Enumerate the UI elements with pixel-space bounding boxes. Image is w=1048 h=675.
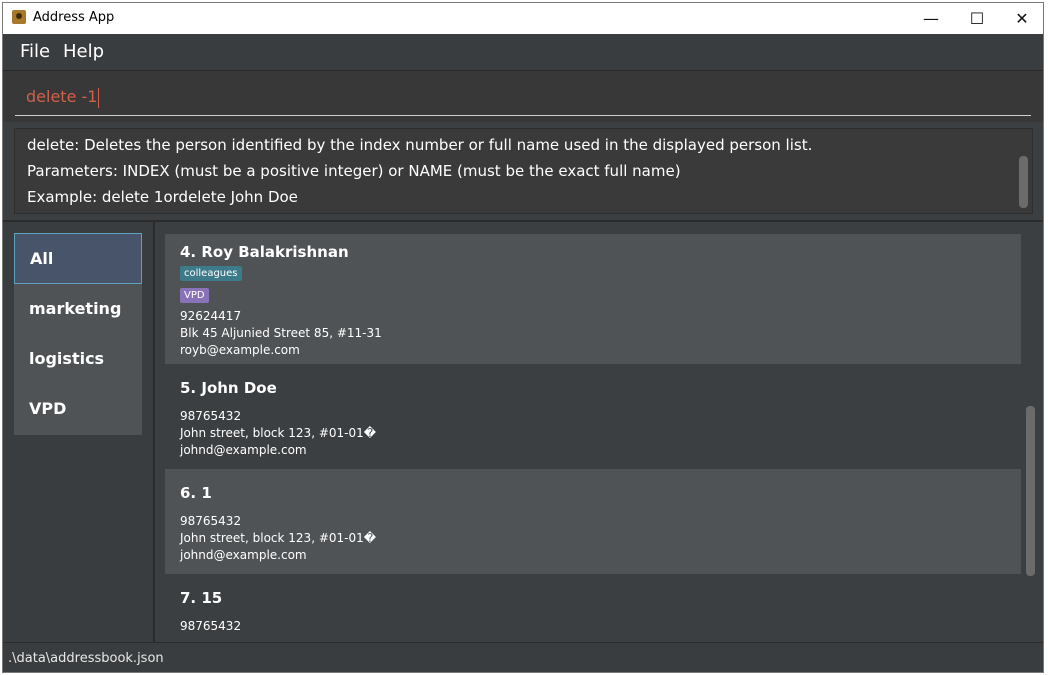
app-window: Address App — ☐ ✕ File Help delete -1 de… [2,2,1044,673]
maximize-button[interactable]: ☐ [954,3,1000,34]
close-button[interactable]: ✕ [999,3,1043,34]
command-underline [15,115,1031,116]
title-bar: Address App — ☐ ✕ [3,3,1043,34]
person-address: Blk 45 Aljunied Street 85, #11-31 [180,326,382,340]
command-text: delete -1 [26,87,98,106]
person-address: John street, block 123, #01-01� [180,531,377,545]
person-tag: VPD [180,288,209,303]
tag-filter-marketing[interactable]: marketing [14,284,142,335]
person-tag: colleagues [180,266,242,281]
person-email: royb@example.com [180,343,300,357]
save-location: .\data\addressbook.json [8,651,164,666]
tag-filter-label: logistics [29,349,105,368]
tag-filter-vpd[interactable]: VPD [14,384,142,435]
menu-bar: File Help [3,34,1043,70]
result-line: Example: delete 1ordelete John Doe [27,188,298,206]
tag-sidebar: All marketing logistics VPD [3,222,155,642]
person-header: 6. 1 [180,484,212,502]
person-phone: 98765432 [180,619,242,632]
person-list: 4. Roy Balakrishnan colleagues VPD 92624… [165,234,1021,632]
command-input[interactable]: delete -1 [26,87,100,108]
person-header: 4. Roy Balakrishnan [180,243,349,261]
person-card[interactable]: 4. Roy Balakrishnan colleagues VPD 92624… [165,234,1021,364]
tag-filter-label: marketing [29,299,122,318]
tag-filter-all[interactable]: All [14,233,142,284]
app-icon [12,10,26,24]
person-phone: 92624417 [180,309,242,323]
command-box[interactable]: delete -1 [3,70,1043,123]
person-header: 7. 15 [180,589,223,607]
result-display[interactable]: delete: Deletes the person identified by… [14,128,1033,214]
window-title: Address App [33,10,115,25]
person-card[interactable]: 5. John Doe 98765432 John street, block … [165,364,1021,469]
tag-filter-label: All [30,249,54,268]
person-address: John street, block 123, #01-01� [180,426,377,440]
person-phone: 98765432 [180,514,242,528]
result-scrollbar[interactable] [1019,156,1028,208]
person-list-scrollbar[interactable] [1026,406,1035,576]
person-email: johnd@example.com [180,548,307,562]
result-line: Parameters: INDEX (must be a positive in… [27,162,681,180]
tag-filter-label: VPD [29,399,67,418]
person-header: 5. John Doe [180,379,277,397]
person-phone: 98765432 [180,409,242,423]
person-list-panel: 4. Roy Balakrishnan colleagues VPD 92624… [155,222,1043,642]
minimize-button[interactable]: — [908,3,954,34]
result-line: delete: Deletes the person identified by… [27,136,813,154]
person-email: johnd@example.com [180,443,307,457]
menu-help[interactable]: Help [63,41,104,62]
person-card[interactable]: 7. 15 98765432 [165,574,1021,632]
status-bar: .\data\addressbook.json [3,642,1043,672]
text-caret [98,87,100,108]
tag-filter-logistics[interactable]: logistics [14,334,142,385]
menu-file[interactable]: File [20,41,50,62]
result-panel: delete: Deletes the person identified by… [3,122,1043,220]
person-card[interactable]: 6. 1 98765432 John street, block 123, #0… [165,469,1021,574]
